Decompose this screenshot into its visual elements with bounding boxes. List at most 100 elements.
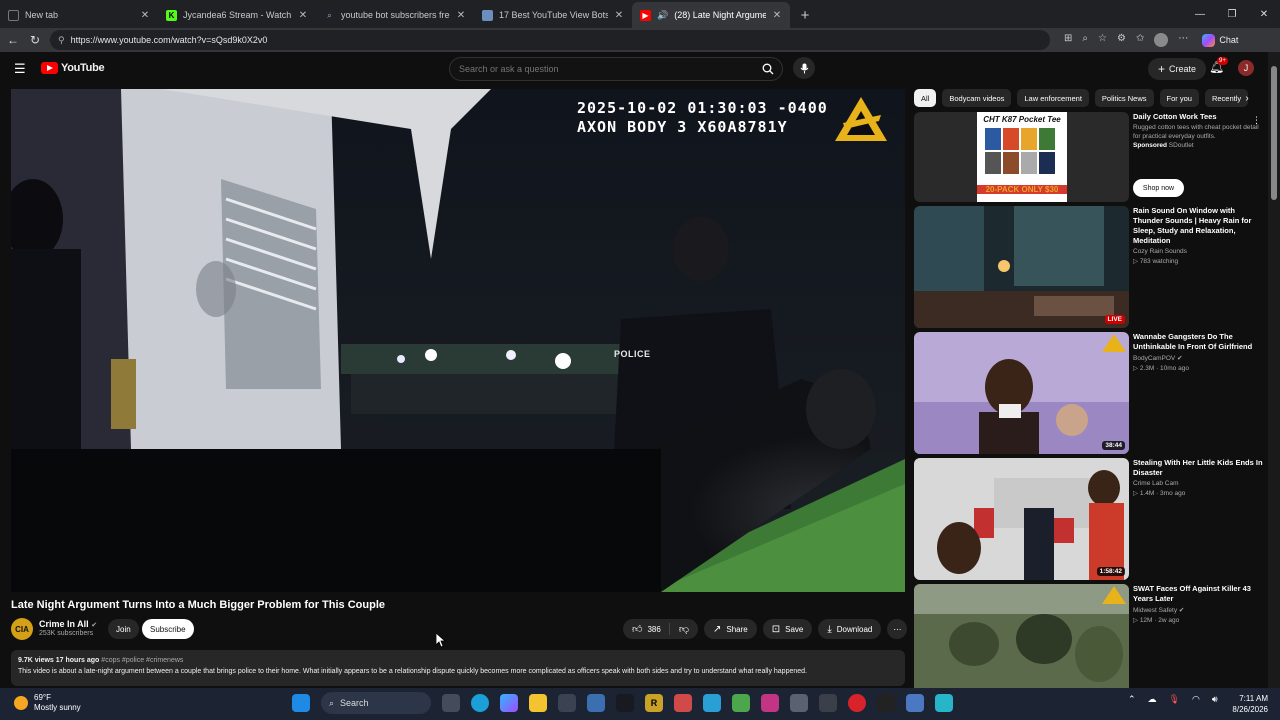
telegram-icon[interactable] [703,694,721,712]
video-info: Stealing With Her Little Kids Ends In Di… [1133,458,1265,497]
store-icon[interactable] [558,694,576,712]
live-indicator-icon: ▷ [1133,258,1138,265]
scrollbar-thumb[interactable] [1271,66,1277,200]
youtube-logo[interactable]: YouTube [41,62,105,74]
description-box[interactable]: 9.7K views 17 hours ago #cops #police #c… [11,650,905,686]
notepad-icon[interactable] [906,694,924,712]
video-thumbnail[interactable]: LIVE [914,206,1129,328]
back-icon[interactable]: ← [6,33,20,47]
browser-tab-new-tab[interactable]: New tab ✕ [0,2,158,28]
copilot-app-icon[interactable] [500,694,518,712]
new-tab-button[interactable]: + [794,4,816,26]
layers-app-icon[interactable] [732,694,750,712]
maximize-icon[interactable]: ❐ [1216,0,1248,28]
video-meta-text: 783 watching [1139,258,1179,265]
chip-next-chevron-icon[interactable]: › [1240,89,1254,107]
ad-title: Daily Cotton Work Tees [1133,112,1217,121]
system-clock[interactable]: 7:11 AM 8/26/2026 [1222,693,1268,715]
more-actions-button[interactable]: ⋯ [887,619,908,639]
video-actions: 👍︎ 386 👎︎ ↗ Share ⊡ Save ⤓ Download ⋯ [623,619,908,639]
save-button[interactable]: ⊡ Save [762,619,813,639]
favorite-star-icon[interactable]: ☆ [1098,33,1107,47]
chip-all[interactable]: All [914,89,937,107]
video-thumbnail[interactable]: 1:58:42 [914,458,1129,580]
favorites-icon[interactable]: ✩ [1136,33,1144,47]
tab-close-icon[interactable]: ✕ [298,10,308,21]
dislike-button[interactable]: 👎︎ [670,623,698,635]
grid-app-icon[interactable] [674,694,692,712]
menu-icon[interactable]: ⋯ [1178,33,1188,47]
r-app-icon[interactable]: R [645,694,663,712]
verified-icon: ✔ [1178,607,1185,614]
reload-icon[interactable]: ↻ [28,33,42,47]
site-info-icon[interactable]: ⚲ [58,35,65,46]
cloud-icon[interactable]: ☁ [1148,694,1157,705]
browser-tab-view-bots[interactable]: 17 Best YouTube View Bots for Fre ✕ [474,2,632,28]
browser-tab-youtube-active[interactable]: ▶ 🔊 (28) Late Night Argument Tur ✕ [632,2,790,28]
chip-bodycam-videos[interactable]: Bodycam videos [942,89,1012,107]
channel-name[interactable]: Crime In All ✔ [39,619,97,629]
ad-thumbnail[interactable]: CHT K87 Pocket Tee 20-PACK ONLY $30 [914,112,1129,202]
steam-icon[interactable] [616,694,634,712]
tab-close-icon[interactable]: ✕ [614,10,624,21]
tab-close-icon[interactable]: ✕ [456,10,466,21]
tray-chevron-icon[interactable]: ⌃ [1128,694,1136,705]
task-view-icon[interactable] [442,694,460,712]
weather-widget[interactable]: 69°F Mostly sunny [14,693,81,713]
video-thumbnail[interactable]: 38:44 [914,332,1129,454]
audio-playing-icon[interactable]: 🔊 [657,10,668,21]
app-install-icon[interactable]: ⊞ [1064,33,1072,47]
wifi-icon[interactable]: ◠ [1192,694,1200,705]
tab-close-icon[interactable]: ✕ [140,10,150,21]
volume-icon[interactable]: 🔊︎ [1212,694,1218,705]
close-window-icon[interactable]: ✕ [1248,0,1280,28]
minimize-icon[interactable]: — [1184,0,1216,28]
subscribe-button[interactable]: Subscribe [142,619,194,639]
recommendation-item[interactable]: LIVE Rain Sound On Window with Thunder S… [914,206,1264,328]
audio-app-icon[interactable] [877,694,895,712]
chip-politics-news[interactable]: Politics News [1094,89,1154,107]
file-explorer-icon[interactable] [529,694,547,712]
channel-avatar[interactable]: CIA [11,618,33,640]
extensions-icon[interactable]: ⚙ [1117,33,1126,47]
account-avatar[interactable]: J [1238,60,1254,76]
search-button[interactable] [754,58,782,80]
windows-start-icon[interactable] [292,694,310,712]
browser-tab-search[interactable]: ⌕ youtube bot subscribers free - Sea ✕ [316,2,474,28]
active-app-icon[interactable] [587,694,605,712]
copilot-button[interactable]: Chat [1202,33,1238,47]
browser-tab-kick[interactable]: K Jycandea6 Stream - Watch Live on ✕ [158,2,316,28]
search-input[interactable] [459,64,739,74]
sponsored-ad-item[interactable]: CHT K87 Pocket Tee 20-PACK ONLY $30 Dail… [914,112,1264,202]
like-button[interactable]: 👍︎ 386 [632,623,670,635]
page-scrollbar[interactable] [1268,52,1280,688]
chip-law-enforcement[interactable]: Law enforcement [1017,89,1089,107]
opera-icon[interactable] [848,694,866,712]
ad-more-icon[interactable]: ⋮ [1252,115,1261,126]
trend-icon: ▷ [1133,490,1138,497]
chatgpt-icon[interactable] [819,694,837,712]
zoom-icon[interactable]: ⌕ [1082,33,1088,47]
voice-search-button[interactable] [793,57,815,79]
recommendation-item[interactable]: 38:44 Wannabe Gangsters Do The Unthinkab… [914,332,1264,454]
edge-browser-icon[interactable] [471,694,489,712]
join-button[interactable]: Join [108,619,139,639]
download-button[interactable]: ⤓ Download [818,619,882,639]
instagram-icon[interactable] [761,694,779,712]
video-player[interactable]: POLICE 2025-10-02 01:30:03 -0400 AXON BO… [11,89,905,592]
tab-close-icon[interactable]: ✕ [772,10,782,21]
video-thumbnail[interactable] [914,584,1129,688]
recommendation-item[interactable]: 1:58:42 Stealing With Her Little Kids En… [914,458,1264,580]
settings-icon[interactable] [790,694,808,712]
mic-tray-icon[interactable]: 🎙︎ [1169,694,1180,705]
taskbar-search[interactable]: ⌕ Search [321,692,431,714]
shop-now-button[interactable]: Shop now [1133,179,1184,197]
hamburger-menu-icon[interactable]: ☰ [14,62,28,76]
recommendation-item[interactable]: SWAT Faces Off Against Killer 43 Years L… [914,584,1264,688]
capcut-icon[interactable] [935,694,953,712]
chip-for-you[interactable]: For you [1159,89,1199,107]
share-button[interactable]: ↗ Share [703,619,757,639]
address-bar[interactable]: ⚲ https://www.youtube.com/watch?v=sQsd9k… [50,30,1050,50]
profile-avatar[interactable] [1154,33,1169,47]
create-button[interactable]: + Create [1148,58,1207,80]
